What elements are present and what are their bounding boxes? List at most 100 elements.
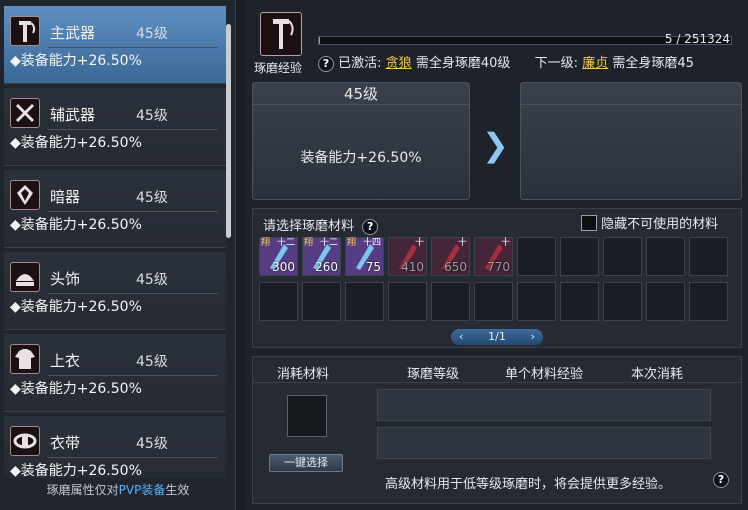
material-tag: 翔 (304, 238, 314, 248)
consume-section: 消耗材料 琢磨等级 单个材料经验 本次消耗 一键选择 高级材料用于低等级琢磨时，… (252, 356, 742, 504)
equipment-item[interactable]: 衣带 45级 ◆装备能力+26.50% (4, 416, 226, 478)
equipment-name: 衣带 (50, 434, 81, 452)
material-item[interactable]: 翔十四 75 (345, 237, 384, 276)
material-item[interactable]: 十 410 (388, 237, 427, 276)
material-item[interactable]: 十 650 (431, 237, 470, 276)
equipment-level: 45级 (136, 354, 168, 370)
equipment-name: 暗器 (50, 188, 81, 206)
col-this-consume: 本次消耗 (631, 367, 684, 382)
hide-unusable-label: 隐藏不可使用的材料 (601, 217, 719, 232)
sub-weapon-icon (10, 98, 40, 128)
equipment-divider (48, 457, 218, 458)
equipment-ability: ◆装备能力+26.50% (10, 463, 142, 478)
material-grade: 十二 (319, 238, 338, 248)
consume-material-slot[interactable] (287, 395, 327, 437)
equipment-item[interactable]: 暗器 45级 ◆装备能力+26.50% (4, 170, 226, 248)
material-count: 650 (444, 260, 467, 274)
material-item[interactable]: 翔十二 300 (259, 237, 298, 276)
activated-label: 已激活: (338, 56, 382, 71)
col-material-exp: 单个材料经验 (505, 367, 584, 382)
arrow-right-icon: ❯ (482, 126, 509, 164)
equipment-item[interactable]: 辅武器 45级 ◆装备能力+26.50% (4, 88, 226, 166)
material-slot-empty[interactable] (474, 282, 513, 321)
page-indicator: 1/1 (488, 330, 506, 343)
material-slot-empty[interactable] (646, 237, 685, 276)
pagination: ‹ 1/1 › (451, 329, 543, 345)
hide-unusable-toggle[interactable]: 隐藏不可使用的材料 (581, 213, 718, 232)
consume-row-2 (377, 427, 711, 459)
hide-unusable-checkbox[interactable] (581, 214, 597, 231)
material-grade: 十四 (362, 238, 381, 248)
material-slot-empty[interactable] (646, 282, 685, 321)
pvp-note-prefix: 琢磨属性仅对 (46, 483, 119, 497)
exp-progress-fill (319, 37, 321, 44)
equipment-list-scrollbar[interactable] (226, 24, 231, 238)
material-item[interactable]: 翔十二 260 (302, 237, 341, 276)
material-slot-empty[interactable] (517, 237, 556, 276)
equipment-name: 主武器 (50, 24, 96, 42)
material-count: 260 (315, 260, 338, 274)
col-consume-material: 消耗材料 (277, 367, 330, 382)
next-level-title (521, 83, 741, 105)
auto-select-button[interactable]: 一键选择 (269, 454, 343, 472)
material-slot-empty[interactable] (603, 282, 642, 321)
material-tag: 翔 (347, 238, 357, 248)
material-slot-empty[interactable] (517, 282, 556, 321)
hidden-weapon-icon (10, 180, 40, 210)
equipment-level: 45级 (136, 436, 168, 452)
main-weapon-icon (10, 16, 40, 46)
equipment-panel: 主武器 45级 ◆装备能力+26.50% 辅武器 45级 ◆装备能力+26.50% 暗器 45… (0, 0, 236, 510)
pvp-note-suffix: 生效 (165, 483, 190, 497)
material-slot-empty[interactable] (560, 282, 599, 321)
material-slot-empty[interactable] (689, 237, 728, 276)
material-tag: 翔 (261, 238, 271, 248)
equipment-level: 45级 (136, 272, 168, 288)
equipment-item[interactable]: 主武器 45级 ◆装备能力+26.50% (4, 6, 226, 84)
equipment-name: 上衣 (50, 352, 81, 370)
equipment-divider (48, 211, 218, 212)
equipment-level: 45级 (136, 26, 168, 42)
material-slot-empty[interactable] (431, 282, 470, 321)
material-slot-empty[interactable] (388, 282, 427, 321)
pvp-note-highlight: PVP装备 (118, 483, 166, 497)
equipment-list: 主武器 45级 ◆装备能力+26.50% 辅武器 45级 ◆装备能力+26.50% 暗器 45… (4, 6, 226, 478)
material-count: 770 (487, 260, 510, 274)
exp-value: 5 / 251324 (664, 32, 730, 46)
material-item[interactable]: 十 770 (474, 237, 513, 276)
material-slot-empty[interactable] (560, 237, 599, 276)
material-grade: 十 (414, 238, 424, 248)
equipment-item[interactable]: 头饰 45级 ◆装备能力+26.50% (4, 252, 226, 330)
activated-set-link[interactable]: 贪狼 (386, 56, 412, 71)
current-level-title: 45级 (253, 83, 469, 105)
material-slot-empty[interactable] (689, 282, 728, 321)
next-set-link[interactable]: 廉贞 (582, 56, 608, 71)
headgear-icon (10, 262, 40, 292)
material-slot-empty[interactable] (345, 282, 384, 321)
material-slot-empty[interactable] (259, 282, 298, 321)
equipment-ability: ◆装备能力+26.50% (10, 53, 142, 69)
material-slot-empty[interactable] (603, 237, 642, 276)
current-level-ability: 装备能力+26.50% (300, 150, 422, 166)
consume-row-1 (377, 389, 711, 421)
materials-section: 请选择琢磨材料 ? 隐藏不可使用的材料 翔十二 300 翔十二 260 翔十四 75 十 41… (252, 208, 742, 348)
polish-panel: 琢磨经验 5 / 251324 ? 已激活: 贪狼 需全身琢磨40级 下一级: … (246, 0, 748, 510)
material-count: 300 (272, 260, 295, 274)
equipment-level: 45级 (136, 108, 168, 124)
set-bonus-help-icon[interactable]: ? (318, 56, 334, 72)
material-count: 410 (401, 260, 424, 274)
equipment-divider (48, 293, 218, 294)
page-next-button[interactable]: › (531, 329, 535, 345)
belt-icon (10, 426, 40, 456)
current-level-box: 45级 装备能力+26.50% (252, 82, 470, 200)
main-weapon-icon (260, 12, 302, 56)
equipment-level: 45级 (136, 190, 168, 206)
equipment-divider (48, 47, 218, 48)
consume-help-icon[interactable]: ? (713, 472, 729, 488)
material-slot-empty[interactable] (302, 282, 341, 321)
page-prev-button[interactable]: ‹ (459, 329, 463, 345)
materials-title-text: 请选择琢磨材料 (263, 219, 355, 234)
col-polish-level: 琢磨等级 (407, 367, 460, 382)
materials-help-icon[interactable]: ? (362, 219, 379, 235)
equipment-name: 头饰 (50, 270, 81, 288)
equipment-item[interactable]: 上衣 45级 ◆装备能力+26.50% (4, 334, 226, 412)
